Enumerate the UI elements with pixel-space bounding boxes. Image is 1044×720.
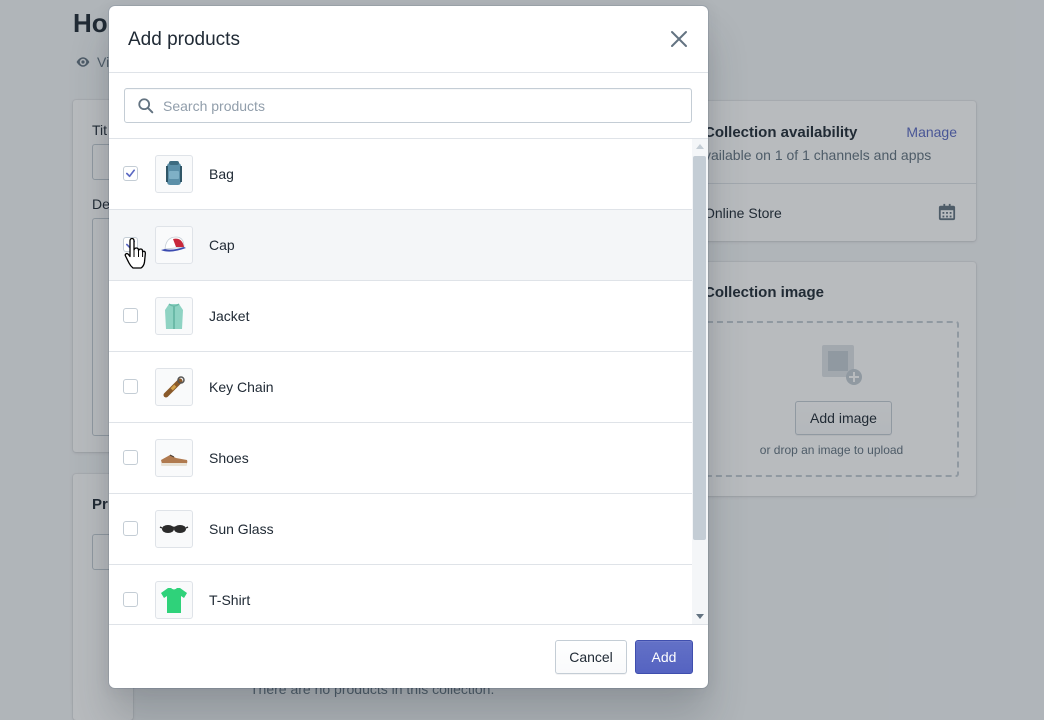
search-box[interactable] bbox=[124, 88, 692, 123]
product-checkbox-shoes[interactable] bbox=[123, 450, 138, 465]
checkmark-icon bbox=[126, 169, 135, 178]
product-checkbox-bag[interactable] bbox=[123, 166, 138, 181]
modal-header: Add products bbox=[109, 6, 708, 73]
modal-footer: Cancel Add bbox=[109, 624, 708, 688]
product-row-sun-glass[interactable]: Sun Glass bbox=[109, 494, 692, 565]
product-thumbnail-bag bbox=[155, 155, 193, 193]
close-button[interactable] bbox=[666, 26, 692, 52]
product-thumbnail-key-chain bbox=[155, 368, 193, 406]
product-checkbox-key-chain[interactable] bbox=[123, 379, 138, 394]
scroll-up-arrow-icon[interactable] bbox=[696, 144, 704, 149]
product-name: Key Chain bbox=[209, 379, 274, 395]
product-row-t-shirt[interactable]: T-Shirt bbox=[109, 565, 692, 624]
product-checkbox-t-shirt[interactable] bbox=[123, 592, 138, 607]
product-name: Shoes bbox=[209, 450, 249, 466]
product-name: Cap bbox=[209, 237, 235, 253]
backpack-image bbox=[166, 161, 182, 185]
modal-title: Add products bbox=[128, 29, 240, 50]
tshirt-image bbox=[161, 588, 187, 613]
product-name: T-Shirt bbox=[209, 592, 251, 608]
product-name: Sun Glass bbox=[209, 521, 274, 537]
product-row-shoes[interactable]: Shoes bbox=[109, 423, 692, 494]
product-thumbnail-jacket bbox=[155, 297, 193, 335]
hand-cursor-icon bbox=[124, 237, 146, 269]
search-section bbox=[109, 72, 708, 139]
product-name: Jacket bbox=[209, 308, 250, 324]
product-list: Bag Cap Jacket Key Chain Shoes Sun Glass… bbox=[109, 139, 692, 624]
close-icon bbox=[671, 31, 687, 47]
product-checkbox-sun-glass[interactable] bbox=[123, 521, 138, 536]
scrollbar-thumb[interactable] bbox=[693, 156, 706, 540]
scroll-down-arrow-icon[interactable] bbox=[696, 614, 704, 619]
product-name: Bag bbox=[209, 166, 234, 182]
product-thumbnail-cap bbox=[155, 226, 193, 264]
product-list-scrollbar[interactable] bbox=[692, 139, 708, 624]
product-checkbox-jacket[interactable] bbox=[123, 308, 138, 323]
cap-image bbox=[161, 236, 186, 252]
add-button[interactable]: Add bbox=[635, 640, 693, 674]
search-icon bbox=[138, 98, 154, 114]
keychain-image bbox=[163, 376, 185, 398]
product-row-bag[interactable]: Bag bbox=[109, 139, 692, 210]
product-thumbnail-shoes bbox=[155, 439, 193, 477]
add-products-modal: Add products Search products Bag Cap Jac… bbox=[109, 6, 708, 688]
sunglasses-image bbox=[159, 525, 189, 533]
product-row-cap[interactable]: Cap bbox=[109, 210, 692, 281]
product-thumbnail-t-shirt bbox=[155, 581, 193, 619]
shoes-image bbox=[161, 454, 188, 466]
product-thumbnail-sun-glass bbox=[155, 510, 193, 548]
product-row-jacket[interactable]: Jacket bbox=[109, 281, 692, 352]
search-input[interactable] bbox=[163, 89, 683, 122]
cancel-button[interactable]: Cancel bbox=[555, 640, 627, 674]
product-row-key-chain[interactable]: Key Chain bbox=[109, 352, 692, 423]
jacket-image bbox=[165, 303, 183, 329]
